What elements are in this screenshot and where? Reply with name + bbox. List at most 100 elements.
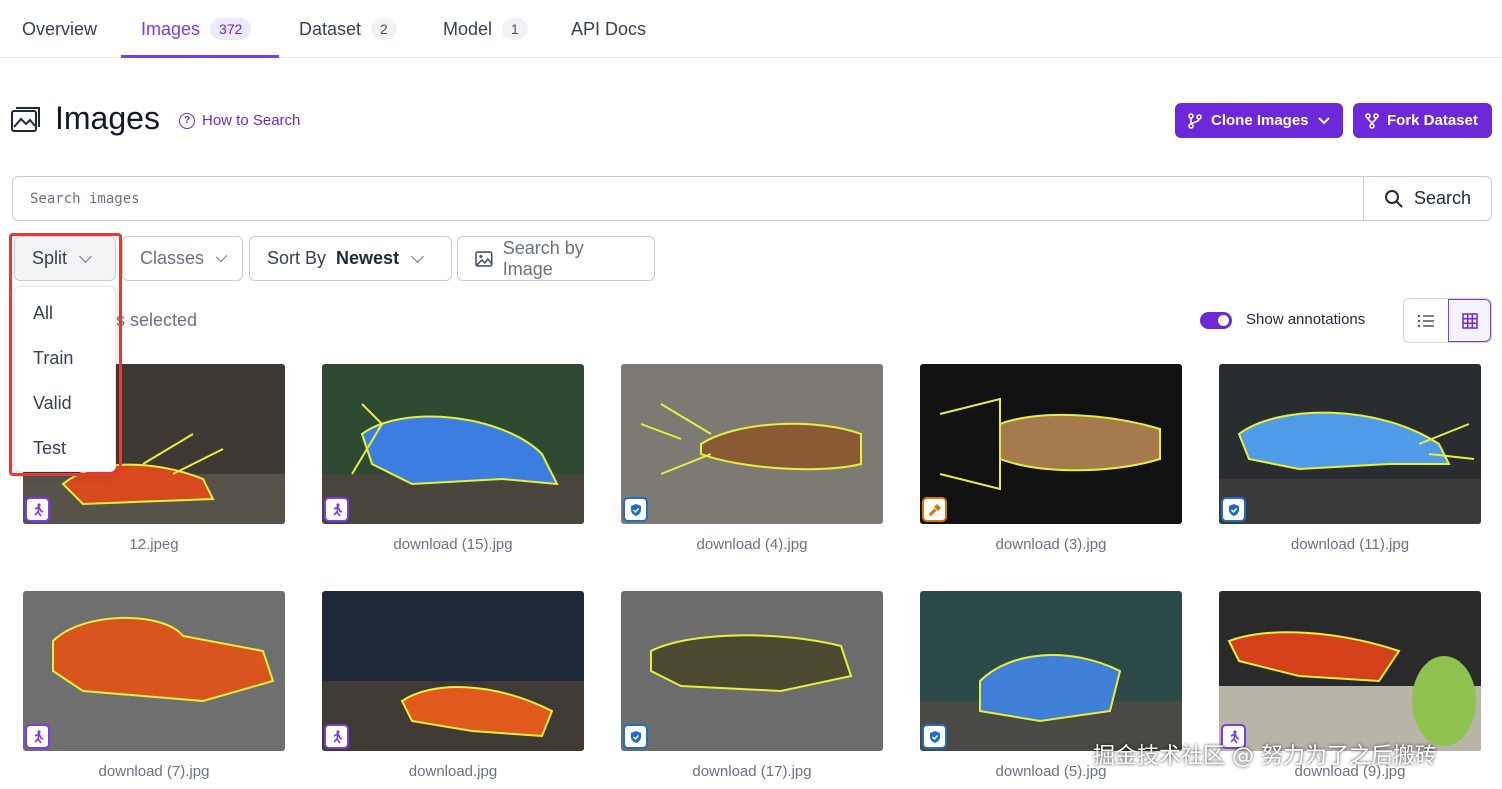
count-badge: 372 [210,18,252,40]
crayfish-image [621,364,883,524]
show-annotations-toggle[interactable] [1200,312,1232,329]
image-thumbnail[interactable] [920,591,1182,751]
image-thumbnail[interactable] [1219,591,1481,751]
tab-bar: Overview Images 372 Dataset 2 Model 1 API D… [0,0,1502,58]
images-icon [11,107,40,132]
image-card[interactable]: download (11).jpg [1219,364,1481,553]
image-thumbnail[interactable] [621,591,883,751]
image-card[interactable]: download (3).jpg [920,364,1182,553]
test-split-badge [922,497,947,522]
show-annotations-label: Show annotations [1246,311,1366,328]
how-to-search-link[interactable]: ? How to Search [179,112,300,129]
fork-dataset-button[interactable]: Fork Dataset [1353,103,1492,138]
crayfish-image [920,364,1182,524]
clone-images-button[interactable]: Clone Images [1175,103,1343,138]
image-thumbnail[interactable] [322,591,584,751]
chevron-down-icon [1317,116,1330,124]
count-badge: 2 [371,18,397,40]
count-badge: 1 [502,18,528,40]
image-filename: download (7).jpg [98,763,210,780]
tab-images[interactable]: Images 372 [141,0,252,58]
how-to-search-label: How to Search [202,112,301,129]
list-view-button[interactable] [1404,299,1448,342]
tab-label: Images [141,18,201,39]
grid-view-button[interactable] [1448,299,1491,342]
tab-label: Dataset [299,18,362,39]
valid-split-badge [623,724,648,749]
image-card[interactable]: download.jpg [322,591,584,780]
fork-icon [1365,112,1379,129]
page-title: Images [55,100,160,136]
shield-icon [630,503,641,516]
runner-icon [33,729,43,743]
crayfish-image [1219,364,1481,524]
selection-count-text: s selected [116,310,198,330]
crayfish-image [23,591,285,751]
watermark-text: 掘金技术社区 @ 努力为了之后搬砖 [1093,744,1437,769]
runner-icon [332,729,342,743]
tab-model[interactable]: Model 1 [443,0,528,58]
image-filename: download.jpg [408,763,498,780]
sort-label: Sort By [267,248,327,268]
image-card[interactable]: download (4).jpg [621,364,883,553]
search-button[interactable]: Search [1363,177,1491,220]
search-bar: Search [12,176,1492,221]
image-filename: download (3).jpg [995,536,1107,553]
train-split-badge [25,724,50,749]
valid-split-badge [1221,497,1246,522]
image-filename: download (17).jpg [692,763,812,780]
classes-filter[interactable]: Classes [122,236,243,281]
clone-images-label: Clone Images [1211,112,1309,129]
search-by-image-button[interactable]: Search by Image [457,236,655,281]
active-tab-indicator [121,55,279,58]
search-icon [1384,189,1403,208]
classes-filter-label: Classes [140,248,205,268]
highlight-annotation-box [9,233,122,476]
image-thumbnail[interactable] [621,364,883,524]
image-card[interactable]: download (15).jpg [322,364,584,553]
image-icon [475,250,493,267]
runner-icon [332,502,342,516]
crayfish-image [1219,591,1481,751]
crayfish-image [920,591,1182,751]
image-thumbnail[interactable] [920,364,1182,524]
chevron-down-icon [215,250,228,262]
help-icon: ? [179,112,195,129]
fork-dataset-label: Fork Dataset [1387,112,1478,129]
image-filename: 12.jpeg [129,536,179,553]
tab-label: Overview [22,18,98,39]
image-filename: download (11).jpg [1290,536,1410,553]
crayfish-image [322,591,584,751]
sort-value: Newest [336,248,400,268]
train-split-badge [324,724,349,749]
image-thumbnail[interactable] [1219,364,1481,524]
runner-icon [33,502,43,516]
image-thumbnail[interactable] [23,591,285,751]
shield-icon [929,730,940,743]
branch-icon [1188,112,1202,129]
list-icon [1417,314,1434,327]
valid-split-badge [922,724,947,749]
tab-dataset[interactable]: Dataset 2 [299,0,397,58]
sort-filter[interactable]: Sort By Newest [249,236,452,281]
image-card[interactable]: download (17).jpg [621,591,883,780]
search-by-image-label: Search by Image [502,237,584,279]
shield-icon [1228,503,1239,516]
image-filename: download (4).jpg [696,536,808,553]
train-split-badge [25,497,50,522]
valid-split-badge [623,497,648,522]
train-split-badge [324,497,349,522]
tab-api-docs[interactable]: API Docs [571,0,646,58]
flashlight-icon [928,503,941,516]
grid-icon [1461,312,1478,329]
crayfish-image [621,591,883,751]
tab-label: Model [443,18,493,39]
image-card[interactable]: download (7).jpg [23,591,285,780]
search-input[interactable] [13,177,1363,220]
search-button-label: Search [1413,188,1472,208]
tab-overview[interactable]: Overview [22,0,97,58]
image-thumbnail[interactable] [322,364,584,524]
image-filename: download (15).jpg [393,536,513,553]
shield-icon [630,730,641,743]
chevron-down-icon [411,249,424,263]
